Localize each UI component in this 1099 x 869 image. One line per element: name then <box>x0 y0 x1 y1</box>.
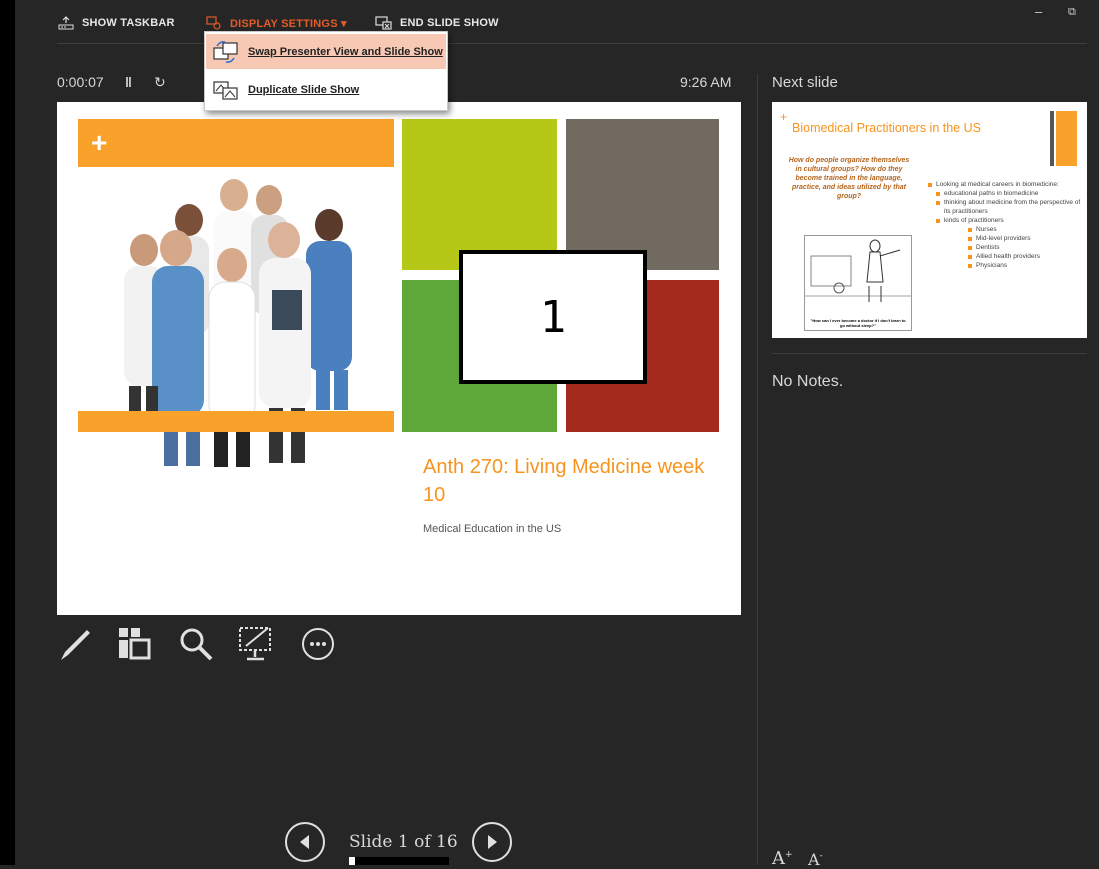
slide-progress-fill <box>349 857 356 865</box>
swap-screens-icon <box>213 40 238 63</box>
slide-title: Anth 270: Living Medicine week 10 <box>423 456 705 506</box>
plus-icon: + <box>91 127 108 158</box>
slide-orange-header-bar <box>78 119 394 167</box>
plus-icon: + <box>780 110 788 124</box>
decrease-font-label: A <box>808 850 820 869</box>
increase-font-button[interactable]: A+ <box>772 848 793 869</box>
more-options-icon[interactable] <box>300 626 336 662</box>
duplicate-slide-show-label: Duplicate Slide Show <box>248 83 360 96</box>
next-slide-preview[interactable]: + Biomedical Practitioners in the US How… <box>772 102 1087 338</box>
slide-counter[interactable]: Slide 1 of 16 <box>349 832 458 852</box>
previous-slide-button[interactable] <box>285 822 325 862</box>
left-edge-strip <box>0 0 15 865</box>
display-settings-menu: Swap Presenter View and Slide Show Dupli… <box>204 31 448 111</box>
next-slide-bullets: Looking at medical careers in biomedicin… <box>928 180 1083 270</box>
previous-arrow-icon <box>300 835 309 849</box>
slide-orange-footer-bar <box>78 411 394 432</box>
zoom-icon[interactable] <box>178 626 214 662</box>
tile-taupe <box>566 119 719 270</box>
slide-subtitle: Medical Education in the US <box>423 523 562 535</box>
slide-progress-bar <box>349 857 449 865</box>
list-item: thinking about medicine from the perspec… <box>936 198 1083 216</box>
show-taskbar-button[interactable]: SHOW TASKBAR <box>58 12 175 34</box>
next-arrow-icon <box>488 835 497 849</box>
next-slide-label: Next slide <box>772 74 838 91</box>
speaker-notes: No Notes. <box>772 373 844 390</box>
see-all-slides-icon[interactable] <box>117 626 153 662</box>
next-slide-button[interactable] <box>472 822 512 862</box>
pause-icon[interactable]: ‖ <box>125 74 132 90</box>
list-item: Physicians <box>968 261 1083 270</box>
list-item: educational paths in biomedicine <box>936 189 1083 198</box>
next-slide-question: How do people organize themselves in cul… <box>788 157 910 200</box>
restore-button[interactable]: ⧉ <box>1068 6 1076 19</box>
cartoon-image: "How can I ever become a doctor if I don… <box>804 235 912 331</box>
increase-font-label: A <box>772 848 785 869</box>
tile-lime <box>402 119 557 270</box>
duplicate-slide-show-menu-item[interactable]: Duplicate Slide Show <box>206 72 446 107</box>
display-identifier: 1 <box>459 250 647 384</box>
notes-divider <box>772 353 1087 354</box>
elapsed-timer: 0:00:07 <box>57 74 104 90</box>
list-item: Nurses <box>968 225 1083 234</box>
list-item: Looking at medical careers in biomedicin… <box>928 180 1083 189</box>
pane-divider <box>757 74 758 865</box>
next-slide-accent-orange <box>1056 111 1077 166</box>
list-item: kinds of practitioners <box>936 216 1083 225</box>
swap-presenter-view-label: Swap Presenter View and Slide Show <box>248 45 443 58</box>
end-show-icon <box>375 16 392 30</box>
next-slide-title: Biomedical Practitioners in the US <box>792 121 981 135</box>
cartoon-caption: "How can I ever become a doctor if I don… <box>810 318 906 328</box>
restart-timer-icon[interactable]: ↻ <box>154 74 166 91</box>
next-slide-accent-dark <box>1050 111 1054 166</box>
black-screen-icon[interactable] <box>238 626 274 662</box>
end-slide-show-label: END SLIDE SHOW <box>400 17 499 29</box>
list-item: Mid-level providers <box>968 234 1083 243</box>
swap-presenter-view-menu-item[interactable]: Swap Presenter View and Slide Show <box>206 34 446 69</box>
minimize-button[interactable]: – <box>1035 4 1042 19</box>
cartoon-drawing <box>805 239 911 302</box>
taskbar-icon <box>58 16 74 30</box>
duplicate-screens-icon <box>213 80 238 100</box>
list-item: Dentists <box>968 243 1083 252</box>
clock: 9:26 AM <box>680 74 732 90</box>
display-settings-icon <box>206 16 221 30</box>
pen-icon[interactable] <box>57 626 93 662</box>
display-settings-label: DISPLAY SETTINGS ▾ <box>230 17 347 30</box>
medical-team-photo <box>124 179 352 467</box>
decrease-font-button[interactable]: A- <box>808 850 823 869</box>
list-item: Allied health providers <box>968 252 1083 261</box>
show-taskbar-label: SHOW TASKBAR <box>82 17 175 29</box>
current-slide: + 1 Anth 270: Living Medicine week 10 Me… <box>57 102 741 615</box>
